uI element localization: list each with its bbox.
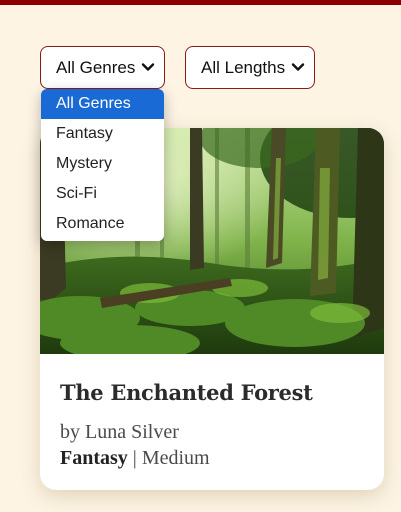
book-meta: Fantasy | Medium [60, 447, 210, 470]
book-length: Medium [141, 447, 210, 469]
book-author: by Luna Silver [60, 421, 179, 443]
genre-filter-select[interactable]: All Genres [40, 46, 165, 89]
chevron-down-icon [141, 63, 155, 71]
genre-option-fantasy[interactable]: Fantasy [41, 119, 164, 149]
genre-option-scifi[interactable]: Sci-Fi [41, 179, 164, 209]
length-filter-value: All Lengths [201, 57, 286, 77]
book-title[interactable]: The Enchanted Forest [60, 380, 313, 405]
genre-option-all[interactable]: All Genres [41, 89, 164, 119]
genre-option-romance[interactable]: Romance [41, 209, 164, 239]
meta-separator: | [132, 447, 137, 469]
genre-option-mystery[interactable]: Mystery [41, 149, 164, 179]
genre-dropdown-list[interactable]: All Genres Fantasy Mystery Sci-Fi Romanc… [41, 89, 164, 241]
length-filter-select[interactable]: All Lengths [185, 46, 315, 89]
chevron-down-icon [291, 63, 305, 71]
book-genre: Fantasy [60, 447, 128, 469]
top-accent-bar [0, 0, 401, 5]
genre-filter-value: All Genres [56, 57, 136, 77]
